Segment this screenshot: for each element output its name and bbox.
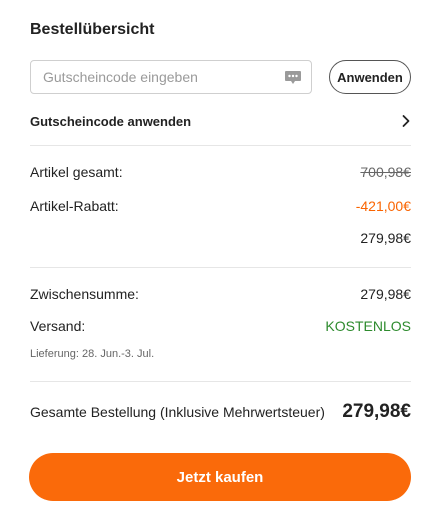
- coupon-row: Anwenden: [30, 60, 411, 94]
- page-title: Bestellübersicht: [30, 21, 155, 38]
- divider: [30, 381, 411, 382]
- coupon-link-label: Gutscheincode anwenden: [30, 113, 192, 129]
- coupon-input-container[interactable]: [30, 60, 312, 94]
- order-total-value: 279,98€: [342, 401, 411, 422]
- delivery-estimate: Lieferung: 28. Jun.-3. Jul.: [30, 348, 155, 360]
- apply-coupon-link[interactable]: Gutscheincode anwenden: [30, 109, 411, 133]
- after-discount-value: 279,98€: [360, 230, 411, 246]
- subtotal-row: Zwischensumme: 279,98€: [30, 286, 411, 302]
- order-total-label: Gesamte Bestellung (Inklusive Mehrwertst…: [30, 404, 325, 420]
- chat-bubble-icon: [285, 71, 301, 84]
- discount-row: Artikel-Rabatt: -421,00€: [30, 198, 411, 214]
- shipping-label: Versand:: [30, 318, 86, 334]
- items-total-label: Artikel gesamt:: [30, 164, 123, 180]
- apply-coupon-button[interactable]: Anwenden: [329, 60, 411, 94]
- discount-value: -421,00€: [355, 198, 411, 214]
- chevron-right-icon: [402, 115, 410, 127]
- discount-label: Artikel-Rabatt:: [30, 198, 119, 214]
- shipping-value: KOSTENLOS: [325, 318, 411, 334]
- after-discount-row: 279,98€: [30, 230, 411, 246]
- buy-now-button[interactable]: Jetzt kaufen: [29, 453, 411, 501]
- subtotal-label: Zwischensumme:: [30, 286, 139, 302]
- items-total-row: Artikel gesamt: 700,98€: [30, 164, 411, 180]
- shipping-row: Versand: KOSTENLOS: [30, 318, 411, 334]
- divider: [30, 267, 411, 268]
- items-total-value: 700,98€: [360, 164, 411, 180]
- coupon-code-input[interactable]: [43, 61, 273, 93]
- divider: [30, 145, 411, 146]
- subtotal-value: 279,98€: [360, 286, 411, 302]
- order-total-row: Gesamte Bestellung (Inklusive Mehrwertst…: [30, 401, 411, 423]
